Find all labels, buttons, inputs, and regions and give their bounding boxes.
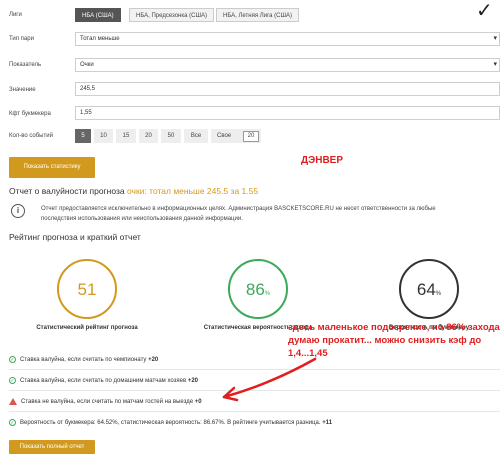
chevron-down-icon: ▾ (493, 61, 497, 68)
value-input[interactable]: 245,5 (75, 82, 500, 96)
events-option-all[interactable]: Все (184, 129, 208, 143)
indicator-label: Показатель (9, 62, 42, 68)
events-custom-input[interactable]: 20 (243, 131, 259, 142)
warning-icon (9, 398, 17, 405)
events-label: Кол-во событий (9, 133, 53, 139)
report-line: ✓ Ставка валуйна, если считать по чемпио… (9, 356, 158, 363)
disclaimer-text: Отчет предоставляется исключительно в ин… (41, 206, 436, 222)
probability-gauge-value: 86% (245, 280, 271, 299)
report-line-value: +0 (194, 398, 202, 405)
chevron-down-icon: ▾ (493, 35, 497, 42)
bookmaker-gauge: 64% (399, 259, 459, 319)
check-circle-icon: ✓ (9, 419, 16, 426)
value-label: Значение (9, 87, 36, 93)
league-tab-nba-preseason[interactable]: НБА, Предсезонка (США) (129, 8, 214, 22)
show-statistics-button[interactable]: Показать статистику (9, 157, 95, 178)
events-option-20[interactable]: 20 (139, 129, 158, 143)
report-line-value: +20 (187, 377, 199, 384)
report-line-text: Вероятность от букмекера: 64.52%, статис… (20, 419, 321, 426)
odds-label: Кфт букмекера (9, 111, 51, 117)
check-circle-icon: ✓ (9, 356, 16, 363)
rating-gauge: 51 (57, 259, 117, 319)
events-option-5[interactable]: 5 (75, 129, 91, 143)
league-tab-nba-summer[interactable]: НБА, Летняя Лига (США) (216, 8, 299, 22)
divider (9, 411, 500, 412)
league-tab-nba[interactable]: НБА (США) (75, 8, 121, 22)
report-line: ✓ Ставка валуйна, если считать по домашн… (9, 377, 198, 384)
report-line-text: Ставка валуйна, если считать по чемпиона… (20, 356, 147, 363)
events-option-custom[interactable]: Свое 20 (211, 129, 261, 143)
report-line: Ставка не валуйна, если считать по матча… (9, 398, 202, 405)
events-custom-label: Свое (217, 133, 232, 139)
indicator-value: Очки (80, 62, 94, 68)
checkmark-icon: ✓ (476, 0, 493, 22)
leagues-label: Лиги (9, 12, 22, 18)
indicator-select[interactable]: Очки ▾ (75, 58, 500, 72)
report-line-value: +11 (322, 419, 333, 426)
rating-gauge-caption: Статистический рейтинг прогноза (36, 325, 138, 331)
events-option-50[interactable]: 50 (161, 129, 181, 143)
odds-input[interactable]: 1,55 (75, 106, 500, 120)
bet-type-label: Тип пари (9, 36, 34, 42)
bet-type-select[interactable]: Тотал меньше ▾ (75, 32, 500, 46)
bookmaker-gauge-value: 64% (416, 280, 442, 299)
report-line-text: Ставка не валуйна, если считать по матча… (21, 398, 194, 405)
events-option-10[interactable]: 10 (94, 129, 113, 143)
report-line-text: Ставка валуйна, если считать по домашним… (20, 377, 187, 384)
denver-annotation: ДЭНВЕР (301, 155, 344, 166)
bet-type-value: Тотал меньше (80, 36, 120, 42)
rating-heading: Рейтинг прогноза и краткий отчет (9, 232, 141, 242)
report-line: ✓ Вероятность от букмекера: 64.52%, стат… (9, 419, 332, 426)
check-circle-icon: ✓ (9, 377, 16, 384)
arrow-annotation (222, 357, 317, 402)
show-full-report-button[interactable]: Показать полный отчет (9, 440, 95, 454)
report-line-value: +20 (148, 356, 159, 363)
rating-gauge-value: 51 (77, 280, 97, 299)
events-option-15[interactable]: 15 (116, 129, 136, 143)
report-title-prefix: Отчет о валуйности прогноза (9, 186, 125, 196)
info-icon: i (11, 204, 25, 218)
probability-gauge: 86% (228, 259, 288, 319)
report-title: Отчет о валуйности прогноза очки: тотал … (9, 186, 258, 196)
report-title-highlight: очки: тотал меньше 245.5 за 1.55 (126, 186, 259, 196)
